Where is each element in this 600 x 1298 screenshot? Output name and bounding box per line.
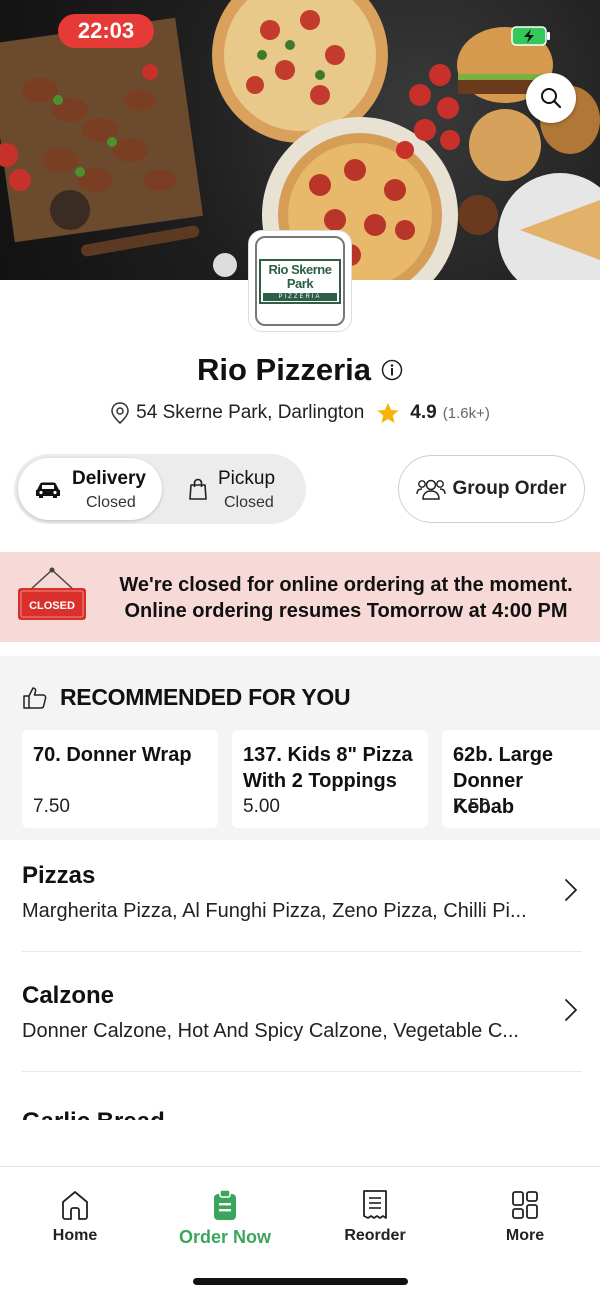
- rating-value: 4.9: [410, 402, 437, 423]
- restaurant-address: 54 Skerne Park, Darlington: [136, 402, 365, 423]
- category-items: Donner Calzone, Hot And Spicy Calzone, V…: [22, 1020, 519, 1042]
- nav-reorder[interactable]: Reorder: [310, 1189, 440, 1245]
- nav-home[interactable]: Home: [10, 1189, 140, 1245]
- nav-more-label: More: [505, 1227, 545, 1244]
- recommended-item-name: 137. Kids 8" Pizza With 2 Toppings: [243, 744, 413, 792]
- closed-banner: CLOSED We're closed for online ordering …: [0, 552, 600, 642]
- recommended-item-price: 7.50: [33, 796, 70, 817]
- nav-home-label: Home: [52, 1227, 98, 1244]
- closed-sign-text: CLOSED: [29, 600, 75, 612]
- status-time: 22:03: [58, 14, 154, 48]
- recommended-card[interactable]: 137. Kids 8" Pizza With 2 Toppings 5.00: [232, 730, 428, 828]
- restaurant-logo: Rio Skerne Park PIZZERIA: [248, 230, 352, 332]
- location-pin-icon: [111, 402, 129, 424]
- group-order-label: Group Order: [452, 478, 567, 499]
- order-mode-toggle: Delivery Closed Pickup Closed: [14, 454, 306, 524]
- recommended-section: RECOMMENDED FOR YOU 70. Donner Wrap 7.50…: [0, 656, 600, 840]
- pickup-option[interactable]: Pickup Closed: [168, 458, 302, 520]
- grid-icon: [512, 1191, 538, 1219]
- category-items: Margherita Pizza, Al Funghi Pizza, Zeno …: [22, 900, 527, 922]
- category-pizzas[interactable]: Pizzas Margherita Pizza, Al Funghi Pizza…: [22, 832, 582, 952]
- home-icon: [62, 1191, 88, 1220]
- receipt-icon: [363, 1190, 387, 1219]
- recommended-title: RECOMMENDED FOR YOU: [60, 684, 351, 710]
- search-button[interactable]: [526, 73, 576, 123]
- delivery-label: Delivery: [72, 468, 146, 489]
- recommended-item-price: 7.50: [453, 796, 490, 817]
- thumbs-up-icon: [23, 686, 47, 709]
- chevron-right-icon: [565, 879, 577, 901]
- restaurant-name: Rio Pizzeria: [197, 352, 371, 387]
- nav-order-now-label: Order Now: [178, 1227, 271, 1247]
- category-title: Garlic Bread: [22, 1110, 222, 1120]
- group-order-button[interactable]: Group Order: [398, 455, 585, 523]
- pickup-status: Closed: [224, 494, 274, 511]
- nav-reorder-label: Reorder: [344, 1227, 406, 1244]
- car-icon: [36, 482, 60, 498]
- search-icon: [541, 88, 562, 109]
- recommended-item-price: 5.00: [243, 796, 280, 817]
- info-icon[interactable]: [381, 359, 403, 381]
- category-partial[interactable]: Garlic Bread: [22, 1110, 222, 1120]
- pickup-label: Pickup: [218, 468, 276, 489]
- star-icon: [377, 403, 399, 423]
- category-title: Pizzas: [22, 862, 96, 889]
- recommended-item-name: 70. Donner Wrap: [33, 744, 192, 766]
- category-title: Calzone: [22, 982, 115, 1009]
- order-icon: [214, 1189, 236, 1220]
- closed-message-line1: We're closed for online ordering at the …: [119, 574, 573, 596]
- closed-message-line2: Online ordering resumes Tomorrow at 4:00…: [124, 600, 568, 622]
- recommended-card[interactable]: 62b. Large Donner Kebab 7.50: [442, 730, 600, 828]
- group-icon: [416, 479, 447, 500]
- category-calzone[interactable]: Calzone Donner Calzone, Hot And Spicy Ca…: [22, 952, 582, 1072]
- delivery-option[interactable]: Delivery Closed: [18, 458, 162, 520]
- nav-order-now[interactable]: Order Now: [160, 1189, 290, 1248]
- shopping-bag-icon: [189, 478, 207, 500]
- closed-sign-icon: CLOSED: [18, 567, 86, 620]
- logo-title: Rio Skerne Park: [268, 261, 332, 291]
- recommended-card[interactable]: 70. Donner Wrap 7.50: [22, 730, 218, 828]
- battery-icon: [511, 26, 550, 46]
- delivery-status: Closed: [86, 494, 136, 511]
- home-indicator[interactable]: [193, 1278, 408, 1285]
- chevron-right-icon: [565, 999, 577, 1021]
- nav-more[interactable]: More: [460, 1189, 590, 1245]
- rating-count: (1.6k+): [442, 404, 490, 422]
- logo-subtitle: PIZZERIA: [263, 292, 337, 301]
